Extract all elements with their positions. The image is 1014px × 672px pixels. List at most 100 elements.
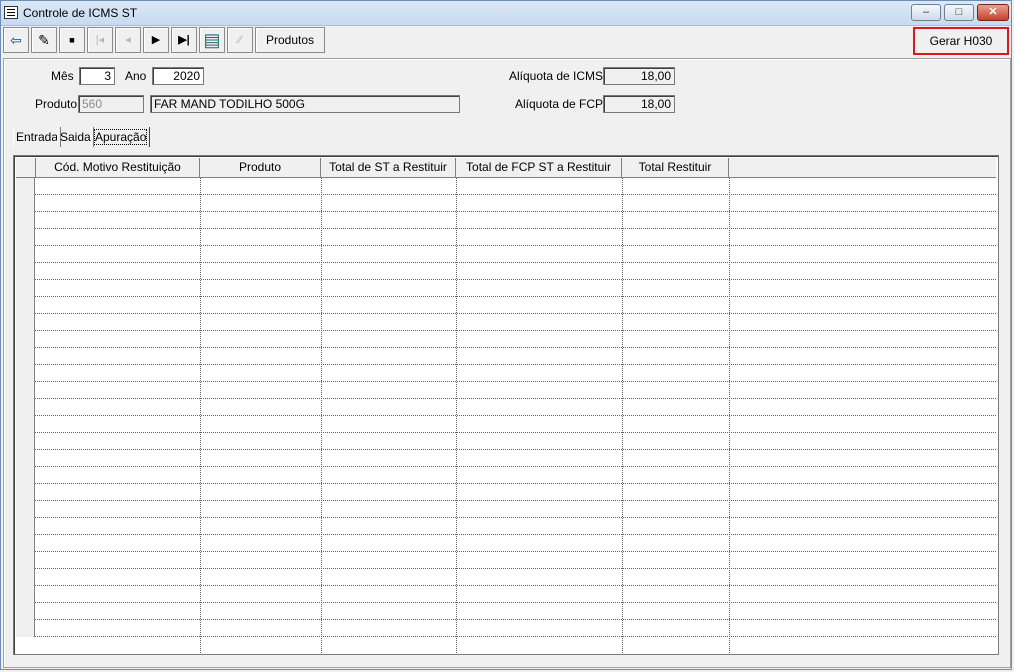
mes-input[interactable]: 3	[79, 67, 115, 85]
aliquota-fcp-field: 18,00	[603, 95, 675, 113]
first-record-icon: |◂	[95, 34, 105, 46]
table-row[interactable]	[16, 314, 996, 331]
filter-button[interactable]: ⁄⁄	[227, 27, 253, 53]
table-row[interactable]	[16, 263, 996, 280]
row-indicator[interactable]	[16, 314, 35, 331]
apuracao-grid[interactable]: Cód. Motivo Restituição Produto Total de…	[13, 155, 999, 655]
row-indicator[interactable]	[16, 518, 35, 535]
column-header-total-st[interactable]: Total de ST a Restituir	[321, 158, 456, 177]
previous-record-button[interactable]: ◂	[115, 27, 141, 53]
gerar-h030-button[interactable]: Gerar H030	[913, 27, 1009, 55]
column-divider	[200, 178, 201, 653]
row-indicator[interactable]	[16, 620, 35, 637]
column-header-produto[interactable]: Produto	[200, 158, 321, 177]
main-window: Controle de ICMS ST – □ ✕ ⇦ ✎ ▪ |◂ ◂ ▶ ▶…	[0, 0, 1012, 670]
toolbar: ⇦ ✎ ▪ |◂ ◂ ▶ ▶| ▤ ⁄⁄ Produtos	[3, 27, 1011, 55]
row-indicator[interactable]	[16, 569, 35, 586]
table-row[interactable]	[16, 399, 996, 416]
table-row[interactable]	[16, 212, 996, 229]
maximize-button[interactable]: □	[944, 4, 974, 21]
ano-input[interactable]: 2020	[152, 67, 204, 85]
table-row[interactable]	[16, 450, 996, 467]
save-icon: ▪	[68, 30, 76, 50]
table-row[interactable]	[16, 229, 996, 246]
table-row[interactable]	[16, 569, 996, 586]
grid-row-indicator-header	[16, 158, 36, 177]
row-indicator[interactable]	[16, 552, 35, 569]
table-row[interactable]	[16, 331, 996, 348]
table-row[interactable]	[16, 535, 996, 552]
table-row[interactable]	[16, 416, 996, 433]
window-title: Controle de ICMS ST	[23, 6, 138, 20]
aliquota-icms-label: Alíquota de ICMS	[509, 69, 604, 83]
table-row[interactable]	[16, 178, 996, 195]
table-row[interactable]	[16, 552, 996, 569]
row-indicator[interactable]	[16, 348, 35, 365]
row-indicator[interactable]	[16, 399, 35, 416]
save-button[interactable]: ▪	[59, 27, 85, 53]
table-row[interactable]	[16, 467, 996, 484]
next-record-icon: ▶	[151, 34, 161, 46]
row-indicator[interactable]	[16, 450, 35, 467]
row-indicator[interactable]	[16, 365, 35, 382]
row-indicator[interactable]	[16, 178, 35, 195]
row-indicator[interactable]	[16, 484, 35, 501]
row-indicator[interactable]	[16, 586, 35, 603]
table-row[interactable]	[16, 518, 996, 535]
tab-saida[interactable]: Saida	[57, 127, 94, 147]
minimize-button[interactable]: –	[911, 4, 941, 21]
previous-record-icon: ◂	[125, 34, 131, 46]
row-indicator[interactable]	[16, 501, 35, 518]
last-record-icon: ▶|	[178, 34, 190, 46]
table-row[interactable]	[16, 246, 996, 263]
title-bar: Controle de ICMS ST – □ ✕	[1, 1, 1011, 26]
tab-entrada[interactable]: Entrada	[13, 127, 62, 147]
grid-body	[16, 178, 996, 653]
table-row[interactable]	[16, 382, 996, 399]
column-divider	[456, 178, 457, 653]
table-row[interactable]	[16, 620, 996, 637]
table-row[interactable]	[16, 501, 996, 518]
list-button[interactable]: ▤	[199, 27, 225, 53]
row-indicator[interactable]	[16, 195, 35, 212]
next-record-button[interactable]: ▶	[143, 27, 169, 53]
tab-apuracao[interactable]: Apuração	[91, 127, 151, 147]
table-row[interactable]	[16, 586, 996, 603]
table-row[interactable]	[16, 280, 996, 297]
table-row[interactable]	[16, 433, 996, 450]
column-header-total-restituir[interactable]: Total Restituir	[622, 158, 729, 177]
table-row[interactable]	[16, 297, 996, 314]
row-indicator[interactable]	[16, 382, 35, 399]
table-row[interactable]	[16, 365, 996, 382]
table-row[interactable]	[16, 348, 996, 365]
row-indicator[interactable]	[16, 246, 35, 263]
tab-apuracao-label: Apuração	[94, 129, 148, 145]
ano-label: Ano	[125, 69, 147, 83]
column-header-total-fcp-st[interactable]: Total de FCP ST a Restituir	[456, 158, 622, 177]
column-divider	[321, 178, 322, 653]
table-row[interactable]	[16, 484, 996, 501]
row-indicator[interactable]	[16, 416, 35, 433]
last-record-button[interactable]: ▶|	[171, 27, 197, 53]
edit-icon: ✎	[38, 32, 50, 48]
row-indicator[interactable]	[16, 603, 35, 620]
row-indicator[interactable]	[16, 297, 35, 314]
row-indicator[interactable]	[16, 229, 35, 246]
row-indicator[interactable]	[16, 331, 35, 348]
produtos-button[interactable]: Produtos	[255, 27, 325, 53]
table-row[interactable]	[16, 195, 996, 212]
row-indicator[interactable]	[16, 212, 35, 229]
close-button[interactable]: ✕	[977, 4, 1009, 21]
edit-button[interactable]: ✎	[31, 27, 57, 53]
column-header-cod-motivo[interactable]: Cód. Motivo Restituição	[36, 158, 200, 177]
table-row[interactable]	[16, 603, 996, 620]
produto-code-input[interactable]: 560	[78, 95, 144, 113]
row-indicator[interactable]	[16, 535, 35, 552]
row-indicator[interactable]	[16, 433, 35, 450]
first-record-button[interactable]: |◂	[87, 27, 113, 53]
aliquota-icms-field: 18,00	[603, 67, 675, 85]
row-indicator[interactable]	[16, 467, 35, 484]
row-indicator[interactable]	[16, 280, 35, 297]
exit-button[interactable]: ⇦	[3, 27, 29, 53]
row-indicator[interactable]	[16, 263, 35, 280]
